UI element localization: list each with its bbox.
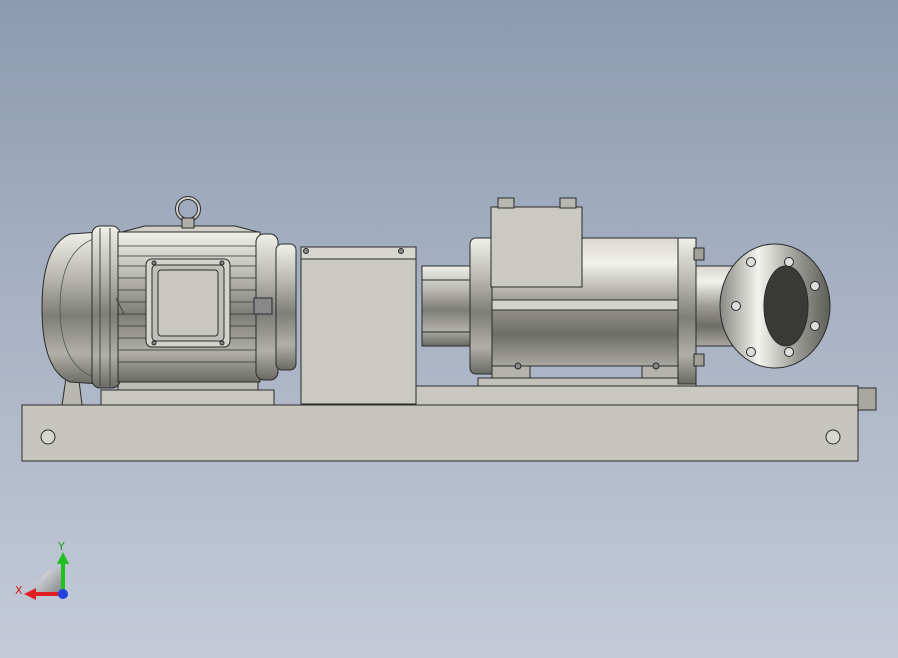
base-mount-hole-right	[825, 429, 841, 445]
motor-skid	[100, 389, 275, 406]
outlet-flange	[719, 243, 831, 369]
triad-y-label: Y	[57, 540, 65, 553]
triad-view-sphere	[36, 567, 62, 593]
base-end-stub	[857, 387, 877, 411]
cad-viewport[interactable]: Y X	[0, 0, 898, 658]
pump-body	[477, 197, 705, 387]
triad-z-axis	[58, 589, 68, 599]
pump-end-flange	[677, 237, 697, 385]
pump-mount-base	[477, 377, 697, 387]
motor-end-ring	[91, 225, 121, 389]
electric-motor	[41, 196, 297, 406]
inlet-housing	[490, 206, 583, 288]
lifting-eye	[175, 196, 201, 229]
base-top-rail	[407, 385, 859, 406]
motor-fan-cover	[41, 231, 101, 385]
coupling-guard	[300, 246, 417, 405]
base-mount-hole-left	[40, 429, 56, 445]
triad-x-label: X	[15, 584, 23, 597]
coordinate-triad: Y X	[15, 540, 69, 600]
terminal-box-cover	[157, 269, 219, 337]
bearing-housing	[421, 237, 497, 375]
